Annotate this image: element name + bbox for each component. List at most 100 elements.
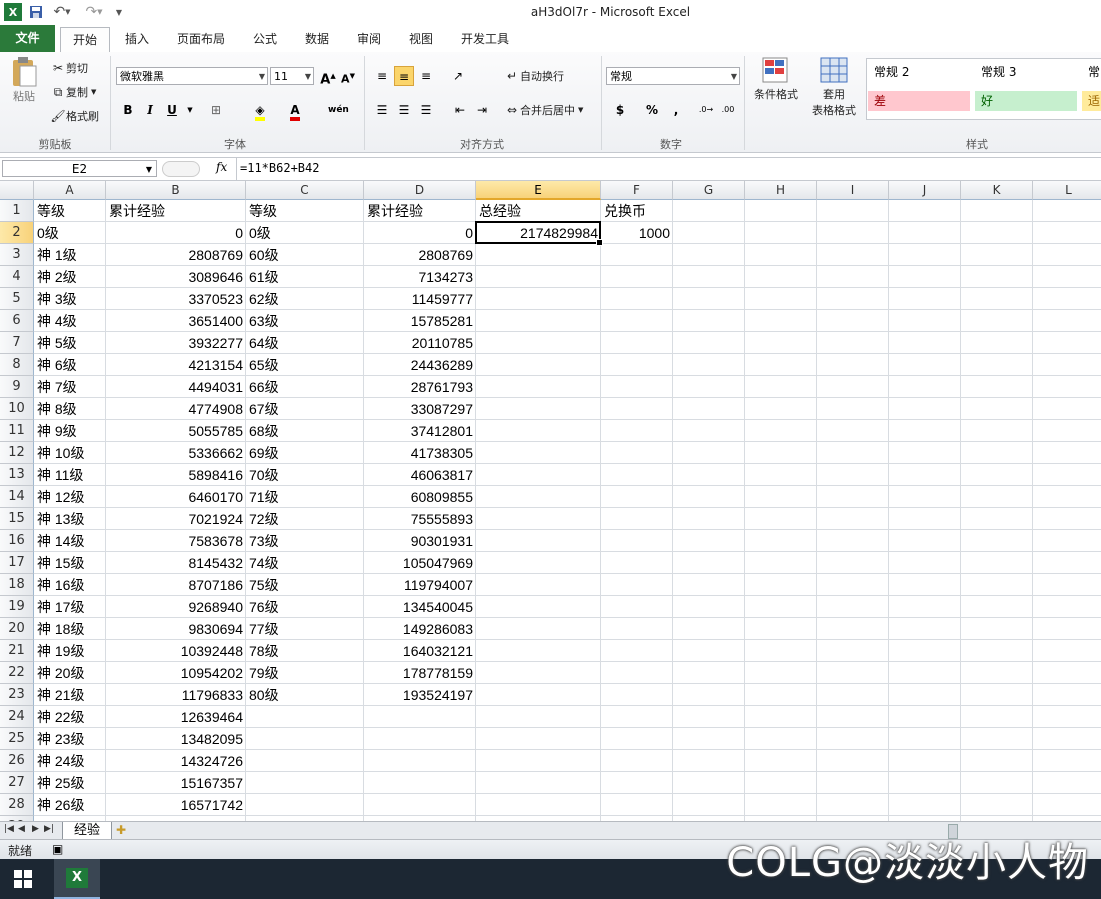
cell-a11[interactable]: 神 9级 — [34, 420, 106, 442]
cell-d5[interactable]: 11459777 — [364, 288, 476, 310]
cell-a13[interactable]: 神 11级 — [34, 464, 106, 486]
row-header[interactable]: 28 — [0, 794, 34, 816]
row-header[interactable]: 7 — [0, 332, 34, 354]
cell-c7[interactable]: 64级 — [246, 332, 364, 354]
cell-a24[interactable]: 神 22级 — [34, 706, 106, 728]
cell-c12[interactable]: 69级 — [246, 442, 364, 464]
cell-b4[interactable]: 3089646 — [106, 266, 246, 288]
column-header-l[interactable]: L — [1033, 181, 1101, 200]
italic-button[interactable]: I — [140, 100, 160, 120]
tab-view[interactable]: 视图 — [400, 27, 442, 51]
row-header[interactable]: 11 — [0, 420, 34, 442]
column-header-b[interactable]: B — [106, 181, 246, 200]
last-sheet-icon[interactable]: ▶| — [44, 824, 54, 834]
cell-a18[interactable]: 神 16级 — [34, 574, 106, 596]
format-as-table-button[interactable]: 套用 表格格式 — [806, 56, 862, 118]
cell-d17[interactable]: 105047969 — [364, 552, 476, 574]
column-header-j[interactable]: J — [889, 181, 961, 200]
cell-b7[interactable]: 3932277 — [106, 332, 246, 354]
cell-b21[interactable]: 10392448 — [106, 640, 246, 662]
merge-center-button[interactable]: ⇔ 合并后居中 ▼ — [504, 102, 583, 118]
cell-a9[interactable]: 神 7级 — [34, 376, 106, 398]
orientation-icon[interactable]: ↗ — [448, 66, 468, 86]
row-header[interactable]: 3 — [0, 244, 34, 266]
fill-handle[interactable] — [596, 239, 603, 246]
cell-c10[interactable]: 67级 — [246, 398, 364, 420]
style-normal-more[interactable]: 常 — [1082, 62, 1101, 82]
paste-button[interactable]: 粘贴 — [6, 56, 42, 116]
cell-c9[interactable]: 66级 — [246, 376, 364, 398]
cell-b8[interactable]: 4213154 — [106, 354, 246, 376]
underline-button[interactable]: U — [162, 100, 182, 120]
column-header-a[interactable]: A — [34, 181, 106, 200]
font-color-icon[interactable]: A — [285, 100, 305, 121]
prev-sheet-icon[interactable]: ◀ — [18, 824, 25, 834]
cut-button[interactable]: ✂ 剪切 — [50, 60, 88, 76]
underline-dropdown[interactable]: ▼ — [180, 100, 200, 120]
row-header[interactable]: 16 — [0, 530, 34, 552]
row-header[interactable]: 15 — [0, 508, 34, 530]
cell-d9[interactable]: 28761793 — [364, 376, 476, 398]
cell-d4[interactable]: 7134273 — [364, 266, 476, 288]
cell-d15[interactable]: 75555893 — [364, 508, 476, 530]
row-header[interactable]: 27 — [0, 772, 34, 794]
row-header[interactable]: 12 — [0, 442, 34, 464]
cell-b17[interactable]: 8145432 — [106, 552, 246, 574]
cell-b22[interactable]: 10954202 — [106, 662, 246, 684]
cell-c22[interactable]: 79级 — [246, 662, 364, 684]
cell-a25[interactable]: 神 23级 — [34, 728, 106, 750]
cell-f1[interactable]: 兑换币 — [601, 200, 673, 222]
cell-a22[interactable]: 神 20级 — [34, 662, 106, 684]
row-header[interactable]: 17 — [0, 552, 34, 574]
cell-d16[interactable]: 90301931 — [364, 530, 476, 552]
bold-button[interactable]: B — [118, 100, 138, 120]
tab-review[interactable]: 审阅 — [348, 27, 390, 51]
cell-a5[interactable]: 神 3级 — [34, 288, 106, 310]
cell-d18[interactable]: 119794007 — [364, 574, 476, 596]
cell-c13[interactable]: 70级 — [246, 464, 364, 486]
row-header[interactable]: 19 — [0, 596, 34, 618]
cell-c20[interactable]: 77级 — [246, 618, 364, 640]
fill-color-icon[interactable]: ◈ — [250, 100, 270, 121]
formula-input[interactable]: =11*B62+B42 — [240, 161, 319, 175]
row-header[interactable]: 6 — [0, 310, 34, 332]
row-header[interactable]: 23 — [0, 684, 34, 706]
row-header[interactable]: 8 — [0, 354, 34, 376]
font-size-select[interactable]: 11 ▼ — [270, 67, 314, 85]
row-header[interactable]: 4 — [0, 266, 34, 288]
cell-b11[interactable]: 5055785 — [106, 420, 246, 442]
cell-d8[interactable]: 24436289 — [364, 354, 476, 376]
cell-b25[interactable]: 13482095 — [106, 728, 246, 750]
cell-a10[interactable]: 神 8级 — [34, 398, 106, 420]
cell-a2[interactable]: 0级 — [34, 222, 106, 244]
row-header[interactable]: 9 — [0, 376, 34, 398]
cell-b12[interactable]: 5336662 — [106, 442, 246, 464]
tab-insert[interactable]: 插入 — [116, 27, 158, 51]
cell-a15[interactable]: 神 13级 — [34, 508, 106, 530]
cell-c17[interactable]: 74级 — [246, 552, 364, 574]
worksheet-grid[interactable]: A B C D E F G H I J K L 1 等级 累计经验 等级 累计经验 总经验 兑换币 2 0级 0 0级 0 21… — [0, 181, 1101, 821]
cell-b24[interactable]: 12639464 — [106, 706, 246, 728]
font-name-select[interactable]: 微软雅黑 ▼ — [116, 67, 268, 85]
cell-b27[interactable]: 15167357 — [106, 772, 246, 794]
cell-b16[interactable]: 7583678 — [106, 530, 246, 552]
row-header[interactable]: 26 — [0, 750, 34, 772]
cell-a12[interactable]: 神 10级 — [34, 442, 106, 464]
align-middle-icon[interactable]: ≡ — [394, 66, 414, 86]
cell-a28[interactable]: 神 26级 — [34, 794, 106, 816]
cell-b2[interactable]: 0 — [106, 222, 246, 244]
first-sheet-icon[interactable]: |◀ — [4, 824, 14, 834]
row-header[interactable]: 24 — [0, 706, 34, 728]
cell-a20[interactable]: 神 18级 — [34, 618, 106, 640]
cell-c1[interactable]: 等级 — [246, 200, 364, 222]
cell-d14[interactable]: 60809855 — [364, 486, 476, 508]
cell-d6[interactable]: 15785281 — [364, 310, 476, 332]
cell-c23[interactable]: 80级 — [246, 684, 364, 706]
row-header[interactable]: 2 — [0, 222, 34, 244]
cell-c14[interactable]: 71级 — [246, 486, 364, 508]
cell-a16[interactable]: 神 14级 — [34, 530, 106, 552]
cell-a1[interactable]: 等级 — [34, 200, 106, 222]
sheet-tab-exp[interactable]: 经验 — [62, 822, 112, 840]
cell-a14[interactable]: 神 12级 — [34, 486, 106, 508]
cell-a7[interactable]: 神 5级 — [34, 332, 106, 354]
